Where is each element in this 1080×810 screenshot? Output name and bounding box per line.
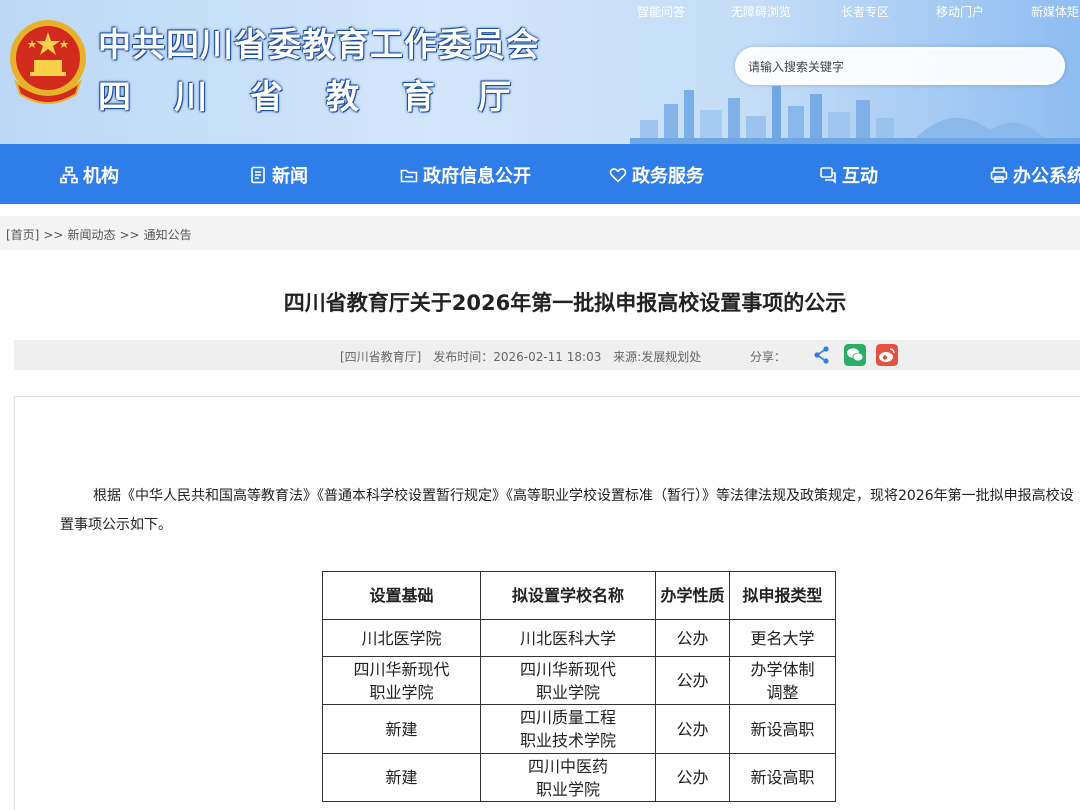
wechat-icon[interactable]	[844, 344, 866, 366]
table-cell: 四川中医药职业学院	[480, 753, 656, 802]
share-label: 分享：	[750, 350, 787, 364]
news-icon	[251, 166, 265, 184]
table-header: 设置基础	[322, 571, 481, 620]
table-cell: 四川质量工程职业技术学院	[480, 704, 656, 754]
source-tag: [四川省教育厅]	[340, 350, 422, 364]
breadcrumb-notices[interactable]: 通知公告	[144, 228, 192, 242]
article-paragraph: 根据《中华人民共和国高等教育法》《普通本科学校设置暂行规定》《高等职业学校设置标…	[60, 488, 1074, 533]
table-row: 新建 四川质量工程职业技术学院 公办 新设高职	[322, 704, 836, 754]
nav-item-interact[interactable]: 互动	[819, 163, 878, 187]
table-cell: 新建	[322, 753, 481, 802]
table-cell: 公办	[655, 656, 730, 705]
weibo-icon[interactable]	[876, 344, 898, 366]
nav-item-news[interactable]: 新闻	[249, 163, 308, 187]
table-cell: 四川华新现代职业学院	[322, 656, 481, 705]
top-link-elderly[interactable]: 长者专区	[841, 3, 889, 20]
chat-icon	[820, 167, 836, 184]
top-link-new-media[interactable]: 新媒体矩阵	[1031, 3, 1080, 20]
nav-label: 办公系统	[1013, 166, 1080, 187]
table-header: 拟申报类型	[729, 571, 836, 620]
search-input[interactable]	[748, 57, 1048, 77]
table-header: 拟设置学校名称	[480, 571, 656, 620]
nav-item-gov-info[interactable]: 政府信息公开	[400, 163, 531, 187]
dept-title: 四川省教育厅	[98, 77, 554, 116]
breadcrumb-sep: >>	[119, 228, 140, 242]
city-skyline-illustration	[630, 86, 1080, 144]
service-heart-icon	[609, 168, 627, 183]
breadcrumb-news[interactable]: 新闻动态	[67, 228, 115, 242]
main-nav: 机构 新闻 政府信息公开 政务服务 互动 办公系统	[0, 144, 1080, 204]
breadcrumb: [首页] >> 新闻动态 >> 通知公告	[0, 216, 1080, 250]
nav-label: 新闻	[272, 166, 308, 187]
article-origin: 来源:发展规划处	[613, 350, 702, 364]
table-cell: 川北医科大学	[480, 619, 656, 657]
table-cell: 更名大学	[729, 619, 836, 657]
table-cell: 公办	[655, 704, 730, 754]
table-row: 四川华新现代职业学院 四川华新现代职业学院 公办 办学体制调整	[322, 656, 836, 705]
nav-label: 机构	[83, 166, 119, 187]
nav-item-services[interactable]: 政务服务	[609, 163, 704, 187]
table-cell: 办学体制调整	[729, 656, 836, 705]
nav-label: 政务服务	[632, 166, 704, 187]
institution-table: 设置基础 拟设置学校名称 办学性质 拟申报类型 川北医学院 川北医科大学 公办 …	[322, 571, 836, 802]
top-link-ai-qa[interactable]: 智能问答	[637, 3, 685, 20]
table-cell: 新设高职	[729, 753, 836, 802]
top-link-accessibility[interactable]: 无障碍浏览	[731, 3, 791, 20]
table-cell: 公办	[655, 753, 730, 802]
article-meta-bar: [四川省教育厅] 发布时间：2026-02-11 18:03 来源:发展规划处 …	[14, 340, 1080, 370]
publish-time: 发布时间：2026-02-11 18:03	[433, 350, 602, 364]
org-chart-icon	[60, 166, 78, 184]
folder-icon	[400, 169, 418, 183]
top-links: 智能问答 无障碍浏览 长者专区 移动门户 新媒体矩阵	[0, 3, 1080, 19]
nav-label: 互动	[842, 166, 878, 187]
org-title: 中共四川省委教育工作委员会	[98, 25, 540, 64]
breadcrumb-sep: >>	[43, 228, 64, 242]
nav-item-office[interactable]: 办公系统	[990, 163, 1080, 187]
share-icon[interactable]	[811, 344, 833, 366]
nav-item-org[interactable]: 机构	[60, 163, 119, 187]
office-printer-icon	[990, 167, 1008, 183]
article-title: 四川省教育厅关于2026年第一批拟申报高校设置事项的公示	[283, 291, 847, 315]
top-link-mobile[interactable]: 移动门户	[936, 3, 984, 20]
table-cell: 四川华新现代职业学院	[480, 656, 656, 705]
national-emblem-logo	[10, 20, 86, 104]
table-cell: 川北医学院	[322, 619, 481, 657]
table-row: 川北医学院 川北医科大学 公办 更名大学	[322, 619, 836, 657]
table-header: 办学性质	[655, 571, 730, 620]
table-cell: 新建	[322, 704, 481, 754]
article-meta: [四川省教育厅] 发布时间：2026-02-11 18:03 来源:发展规划处	[340, 348, 709, 365]
breadcrumb-home[interactable]: [首页]	[6, 228, 39, 242]
table-row: 新建 四川中医药职业学院 公办 新设高职	[322, 753, 836, 802]
site-header: 中共四川省委教育工作委员会 四川省教育厅 智能问答 无障碍浏览 长者专区 移动门…	[0, 0, 1080, 144]
nav-label: 政府信息公开	[423, 166, 531, 187]
table-header-row: 设置基础 拟设置学校名称 办学性质 拟申报类型	[322, 571, 836, 620]
table-cell: 新设高职	[729, 704, 836, 754]
table-cell: 公办	[655, 619, 730, 657]
